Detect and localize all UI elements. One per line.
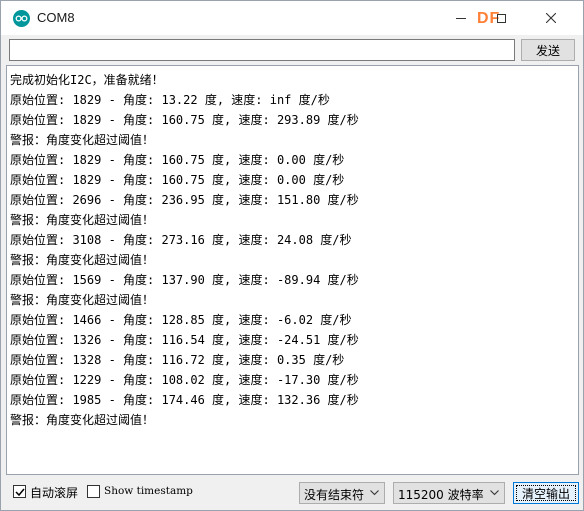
bottom-bar: 自动滚屏 Show timestamp 没有结束符 115200 波特率 清空输… <box>1 478 583 508</box>
send-input[interactable] <box>9 39 515 61</box>
clear-output-button[interactable]: 清空输出 <box>513 482 579 504</box>
output-line: 原始位置: 1569 - 角度: 137.90 度, 速度: -89.94 度/… <box>10 273 359 287</box>
title-bar[interactable]: COM8 DF <box>1 1 583 35</box>
output-line: 原始位置: 1985 - 角度: 174.46 度, 速度: 132.36 度/… <box>10 393 359 407</box>
output-line: 原始位置: 1829 - 角度: 160.75 度, 速度: 0.00 度/秒 <box>10 173 345 187</box>
output-line: 警报：角度变化超过阈值！ <box>10 213 155 227</box>
output-line: 原始位置: 2696 - 角度: 236.95 度, 速度: 151.80 度/… <box>10 193 359 207</box>
line-ending-value: 没有结束符 <box>304 488 365 502</box>
autoscroll-checkbox[interactable] <box>13 485 26 498</box>
output-line: 原始位置: 1829 - 角度: 160.75 度, 速度: 0.00 度/秒 <box>10 153 345 167</box>
output-line: 原始位置: 3108 - 角度: 273.16 度, 速度: 24.08 度/秒 <box>10 233 352 247</box>
show-timestamp-label[interactable]: Show timestamp <box>104 485 193 497</box>
chevron-down-icon <box>370 490 379 496</box>
output-line: 原始位置: 1326 - 角度: 116.54 度, 速度: -24.51 度/… <box>10 333 359 347</box>
send-button[interactable]: 发送 <box>521 39 575 61</box>
output-line: 完成初始化I2C，准备就绪！ <box>10 73 164 87</box>
show-timestamp-checkbox[interactable] <box>87 485 100 498</box>
chevron-down-icon <box>490 490 499 496</box>
minimize-icon[interactable] <box>441 1 481 35</box>
output-line: 原始位置: 1229 - 角度: 108.02 度, 速度: -17.30 度/… <box>10 373 359 387</box>
serial-monitor-window: COM8 DF 发送 完成初始化I2C，准备就绪！ 原始位置: 1829 - 角度… <box>0 0 584 511</box>
window-title: COM8 <box>37 10 75 25</box>
output-line: 原始位置: 1328 - 角度: 116.72 度, 速度: 0.35 度/秒 <box>10 353 345 367</box>
line-ending-select[interactable]: 没有结束符 <box>299 482 385 504</box>
maximize-icon[interactable] <box>481 1 521 35</box>
checkmark-icon <box>15 488 25 497</box>
output-line: 原始位置: 1466 - 角度: 128.85 度, 速度: -6.02 度/秒 <box>10 313 352 327</box>
output-line: 警报：角度变化超过阈值！ <box>10 413 155 427</box>
output-line: 警报：角度变化超过阈值！ <box>10 133 155 147</box>
serial-output-area[interactable]: 完成初始化I2C，准备就绪！ 原始位置: 1829 - 角度: 13.22 度, … <box>6 65 579 475</box>
baud-rate-select[interactable]: 115200 波特率 <box>393 482 505 504</box>
output-line: 警报：角度变化超过阈值！ <box>10 253 155 267</box>
output-line: 警报：角度变化超过阈值！ <box>10 293 155 307</box>
arduino-logo-icon <box>13 10 30 27</box>
autoscroll-label[interactable]: 自动滚屏 <box>30 484 78 501</box>
output-line: 原始位置: 1829 - 角度: 13.22 度, 速度: inf 度/秒 <box>10 93 330 107</box>
output-line: 原始位置: 1829 - 角度: 160.75 度, 速度: 293.89 度/… <box>10 113 359 127</box>
close-icon[interactable] <box>531 1 571 35</box>
baud-rate-value: 115200 波特率 <box>398 488 484 502</box>
